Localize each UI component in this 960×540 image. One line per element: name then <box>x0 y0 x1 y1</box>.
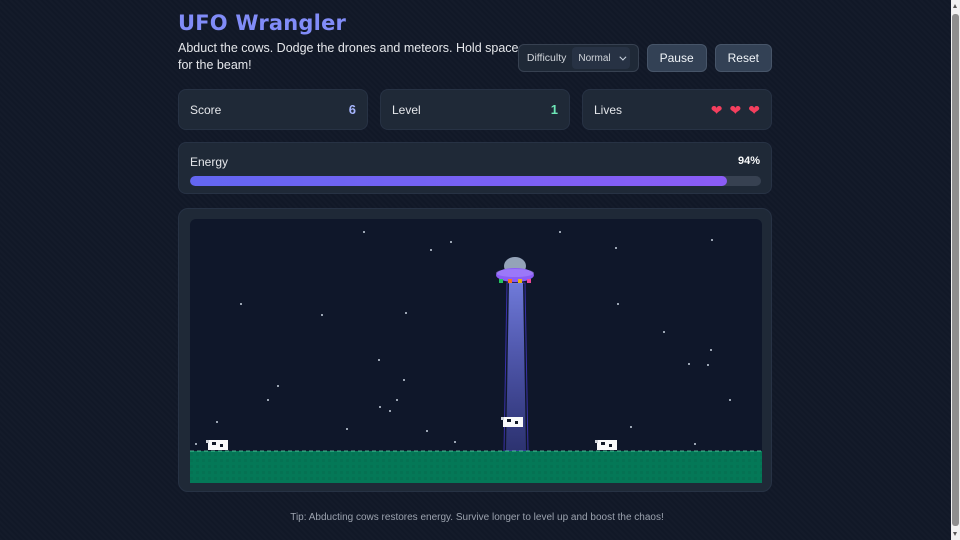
energy-label: Energy <box>190 155 229 169</box>
star <box>195 443 197 445</box>
game-instructions: Abduct the cows. Dodge the drones and me… <box>178 41 519 72</box>
energy-panel: Energy 94% <box>178 142 772 194</box>
star <box>426 430 428 432</box>
level-card: Level 1 <box>380 89 570 130</box>
page-scrollbar[interactable] <box>951 0 960 540</box>
star <box>688 363 690 365</box>
star <box>454 441 456 443</box>
sky-background <box>190 219 762 483</box>
star <box>346 428 348 430</box>
tip-text: Tip: Abducting cows restores energy. Sur… <box>290 512 664 523</box>
star <box>378 359 380 361</box>
star <box>615 247 617 249</box>
game-canvas[interactable] <box>190 219 762 483</box>
scroll-up-icon[interactable] <box>953 4 957 8</box>
ground <box>190 451 762 483</box>
star <box>277 385 279 387</box>
reset-button[interactable]: Reset <box>714 44 772 72</box>
page-title: UFO Wrangler <box>178 11 347 35</box>
star <box>379 406 381 408</box>
star <box>694 443 696 445</box>
star <box>559 231 561 233</box>
difficulty-select[interactable]: Normal <box>572 47 630 69</box>
score-card: Score 6 <box>178 89 368 130</box>
star <box>711 239 713 241</box>
chevron-down-icon <box>618 53 627 61</box>
heart-icon: ❤ <box>748 101 760 118</box>
star <box>267 399 269 401</box>
difficulty-control: Difficulty Normal <box>517 44 639 72</box>
star <box>617 303 619 305</box>
cow-icon <box>501 417 523 427</box>
lives-hearts: ❤ ❤ ❤ <box>711 103 760 117</box>
star <box>663 331 665 333</box>
scrollbar-thumb[interactable] <box>952 14 959 526</box>
star <box>729 399 731 401</box>
energy-bar-fill <box>190 176 727 186</box>
level-label: Level <box>392 102 421 117</box>
heart-icon: ❤ <box>710 101 723 118</box>
star <box>240 303 242 305</box>
star <box>216 421 218 423</box>
level-value: 1 <box>550 102 558 117</box>
energy-bar <box>190 176 761 186</box>
score-value: 6 <box>348 102 356 117</box>
pause-button[interactable]: Pause <box>646 44 707 72</box>
star <box>321 314 323 316</box>
star <box>710 349 712 351</box>
lives-label: Lives <box>594 102 623 117</box>
star <box>389 410 391 412</box>
star <box>450 241 452 243</box>
star <box>363 231 365 233</box>
heart-icon: ❤ <box>729 101 742 118</box>
score-label: Score <box>190 102 222 117</box>
lives-card: Lives ❤ ❤ ❤ <box>582 89 772 130</box>
star <box>405 312 407 314</box>
star <box>430 249 432 251</box>
star <box>630 426 632 428</box>
cow-icon <box>206 440 228 450</box>
star <box>707 364 709 366</box>
cow-icon <box>595 440 617 450</box>
difficulty-label: Difficulty <box>526 52 567 64</box>
game-frame <box>178 208 772 492</box>
energy-percent: 94% <box>737 155 760 167</box>
controls-bar: Difficulty Normal Pause Reset <box>517 44 772 72</box>
difficulty-value: Normal <box>578 52 611 64</box>
star <box>403 379 405 381</box>
star <box>396 399 398 401</box>
scroll-down-icon[interactable] <box>953 532 957 536</box>
